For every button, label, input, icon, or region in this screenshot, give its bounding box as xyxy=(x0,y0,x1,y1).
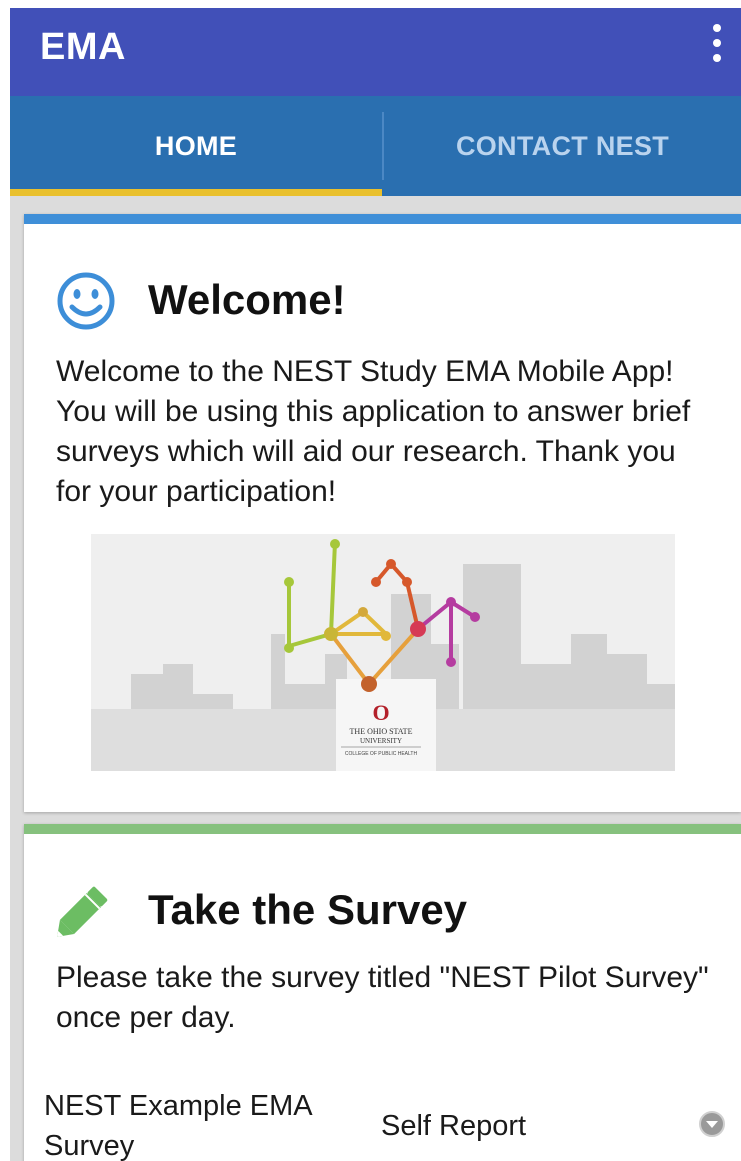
app-title: EMA xyxy=(40,26,126,68)
overflow-menu-icon[interactable] xyxy=(704,22,732,64)
survey-type: Self Report xyxy=(381,1110,527,1142)
college-name: COLLEGE OF PUBLIC HEALTH xyxy=(345,751,418,757)
survey-list-item[interactable]: NEST Example EMA Survey Self Report xyxy=(24,1082,741,1161)
smiley-icon xyxy=(57,272,115,330)
svg-text:O: O xyxy=(372,700,389,725)
chevron-down-icon[interactable] xyxy=(698,1110,726,1138)
survey-name: NEST Example EMA Survey xyxy=(44,1090,312,1161)
city-skyline-graphic: O THE OHIO STATE UNIVERSITY COLLEGE OF P… xyxy=(91,534,675,771)
survey-card: Take the Survey Please take the survey t… xyxy=(24,824,741,1161)
survey-instructions: Please take the survey titled "NEST Pilo… xyxy=(56,961,709,1034)
university-line1: THE OHIO STATE xyxy=(350,727,413,736)
screen: EMA HOME CONTACT NEST Welcome! Welcome t… xyxy=(0,0,741,1161)
nest-banner-image: O THE OHIO STATE UNIVERSITY COLLEGE OF P… xyxy=(91,534,675,771)
university-line2: UNIVERSITY xyxy=(360,737,402,745)
pencil-icon xyxy=(57,886,108,937)
tab-contact-nest[interactable]: CONTACT NEST xyxy=(384,96,741,196)
tab-bar: HOME CONTACT NEST xyxy=(10,96,741,196)
welcome-card: Welcome! Welcome to the NEST Study EMA M… xyxy=(24,214,741,812)
welcome-heading: Welcome! xyxy=(148,276,346,323)
survey-heading: Take the Survey xyxy=(148,886,468,933)
tab-home[interactable]: HOME xyxy=(10,96,382,196)
tab-selected-indicator xyxy=(10,189,382,196)
welcome-text: Welcome to the NEST Study EMA Mobile App… xyxy=(56,355,691,508)
app-bar: EMA xyxy=(10,8,741,96)
